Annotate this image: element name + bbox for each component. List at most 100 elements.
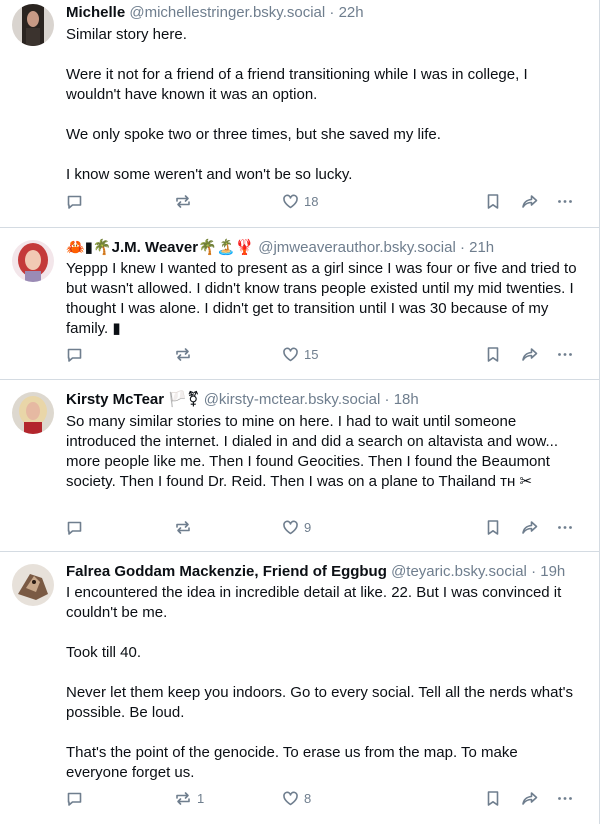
post-header: Michelle @michellestringer.bsky.social ·… <box>66 3 583 23</box>
like-button[interactable]: 9 <box>282 519 311 536</box>
share-arrow-icon <box>521 790 539 807</box>
post-paragraph: I know some weren't and won't be so luck… <box>66 166 353 183</box>
like-count: 15 <box>304 347 319 362</box>
separator-dot: · <box>384 391 390 408</box>
bookmark-button[interactable] <box>486 519 500 536</box>
reply-bubble-icon <box>66 346 83 363</box>
more-button[interactable] <box>557 519 573 536</box>
post-text: Yeppp I knew I wanted to present as a gi… <box>66 259 583 339</box>
post-text: I encountered the idea in incredible det… <box>66 583 583 783</box>
repost-button[interactable] <box>174 519 197 536</box>
bookmark-button[interactable] <box>486 193 500 210</box>
more-button[interactable] <box>557 346 573 363</box>
post-time[interactable]: 22h <box>339 4 364 21</box>
reply-bubble-icon <box>66 193 83 210</box>
reply-bubble-icon <box>66 519 83 536</box>
avatar[interactable] <box>12 564 54 606</box>
share-arrow-icon <box>521 193 539 210</box>
heart-icon <box>282 193 299 210</box>
repost-arrows-icon <box>174 346 192 363</box>
reply-bubble-icon <box>66 790 83 807</box>
post-time[interactable]: 21h <box>469 239 494 256</box>
avatar[interactable] <box>12 392 54 434</box>
share-button[interactable] <box>521 519 539 536</box>
heart-icon <box>282 519 299 536</box>
post-paragraph: So many similar stories to mine on here.… <box>66 413 558 490</box>
author-handle[interactable]: @kirsty-mctear.bsky.social <box>204 391 381 408</box>
more-dots-icon <box>557 193 573 210</box>
more-dots-icon <box>557 346 573 363</box>
post-actions: 9 <box>66 519 583 539</box>
post-paragraph: Yeppp I knew I wanted to present as a gi… <box>66 260 577 337</box>
post-item[interactable]: Kirsty McTear 🏳️⚧ @kirsty-mctear.bsky.so… <box>0 380 599 552</box>
post-time[interactable]: 19h <box>540 563 565 580</box>
repost-button[interactable] <box>174 346 197 363</box>
repost-count: 1 <box>197 791 205 806</box>
share-button[interactable] <box>521 193 539 210</box>
post-text: Similar story here. Were it not for a fr… <box>66 25 569 185</box>
author-handle[interactable]: @jmweaverauthor.bsky.social <box>258 239 456 256</box>
more-button[interactable] <box>557 193 573 210</box>
repost-arrows-icon <box>174 193 192 210</box>
like-button[interactable]: 8 <box>282 790 311 807</box>
like-button[interactable]: 18 <box>282 193 318 210</box>
post-feed: Michelle @michellestringer.bsky.social ·… <box>0 0 600 824</box>
avatar[interactable] <box>12 4 54 46</box>
separator-dot: · <box>531 563 537 580</box>
bookmark-icon <box>486 790 500 807</box>
post-paragraph: Similar story here. <box>66 26 187 43</box>
like-count: 9 <box>304 520 312 535</box>
post-item[interactable]: Michelle @michellestringer.bsky.social ·… <box>0 0 599 228</box>
post-paragraph: That's the point of the genocide. To era… <box>66 744 518 781</box>
like-count: 18 <box>304 194 319 209</box>
share-button[interactable] <box>521 346 539 363</box>
reply-button[interactable] <box>66 346 88 363</box>
repost-button[interactable]: 1 <box>174 790 204 807</box>
bookmark-button[interactable] <box>486 346 500 363</box>
post-paragraph: Were it not for a friend of a friend tra… <box>66 66 528 103</box>
share-arrow-icon <box>521 519 539 536</box>
separator-dot: · <box>459 239 465 256</box>
reply-button[interactable] <box>66 519 88 536</box>
author-name[interactable]: J.M. Weaver <box>112 239 198 256</box>
repost-arrows-icon <box>174 790 192 807</box>
name-emoji-suffix: 🌴🏝️🦞 <box>198 239 255 256</box>
reply-button[interactable] <box>66 193 88 210</box>
reply-button[interactable] <box>66 790 88 807</box>
share-arrow-icon <box>521 346 539 363</box>
post-header: 🦀▮🌴J.M. Weaver🌴🏝️🦞 @jmweaverauthor.bsky.… <box>66 238 583 258</box>
more-button[interactable] <box>557 790 573 807</box>
like-count: 8 <box>304 791 312 806</box>
bookmark-icon <box>486 346 500 363</box>
post-paragraph: I encountered the idea in incredible det… <box>66 584 562 621</box>
post-actions: 1 8 <box>66 790 583 810</box>
name-emoji-prefix: 🦀▮🌴 <box>66 239 112 256</box>
bookmark-button[interactable] <box>486 790 500 807</box>
author-name[interactable]: Michelle <box>66 4 125 21</box>
author-handle[interactable]: @michellestringer.bsky.social <box>129 4 325 21</box>
post-header: Falrea Goddam Mackenzie, Friend of Eggbu… <box>66 562 583 582</box>
bookmark-icon <box>486 519 500 536</box>
post-header: Kirsty McTear 🏳️⚧ @kirsty-mctear.bsky.so… <box>66 390 583 410</box>
avatar[interactable] <box>12 240 54 282</box>
more-dots-icon <box>557 790 573 807</box>
post-paragraph: Never let them keep you indoors. Go to e… <box>66 684 574 721</box>
post-item[interactable]: 🦀▮🌴J.M. Weaver🌴🏝️🦞 @jmweaverauthor.bsky.… <box>0 228 599 380</box>
author-name[interactable]: Falrea Goddam Mackenzie, Friend of Eggbu… <box>66 563 387 580</box>
repost-arrows-icon <box>174 519 192 536</box>
author-handle[interactable]: @teyaric.bsky.social <box>391 563 527 580</box>
name-emoji-suffix: 🏳️⚧ <box>168 391 200 408</box>
author-name[interactable]: Kirsty McTear <box>66 391 164 408</box>
heart-icon <box>282 346 299 363</box>
post-time[interactable]: 18h <box>394 391 419 408</box>
post-item[interactable]: Falrea Goddam Mackenzie, Friend of Eggbu… <box>0 552 599 824</box>
more-dots-icon <box>557 519 573 536</box>
share-button[interactable] <box>521 790 539 807</box>
like-button[interactable]: 15 <box>282 346 318 363</box>
post-actions: 15 <box>66 346 583 366</box>
post-actions: 18 <box>66 193 583 213</box>
post-text: So many similar stories to mine on here.… <box>66 412 569 492</box>
post-paragraph: We only spoke two or three times, but sh… <box>66 126 441 143</box>
bookmark-icon <box>486 193 500 210</box>
repost-button[interactable] <box>174 193 197 210</box>
